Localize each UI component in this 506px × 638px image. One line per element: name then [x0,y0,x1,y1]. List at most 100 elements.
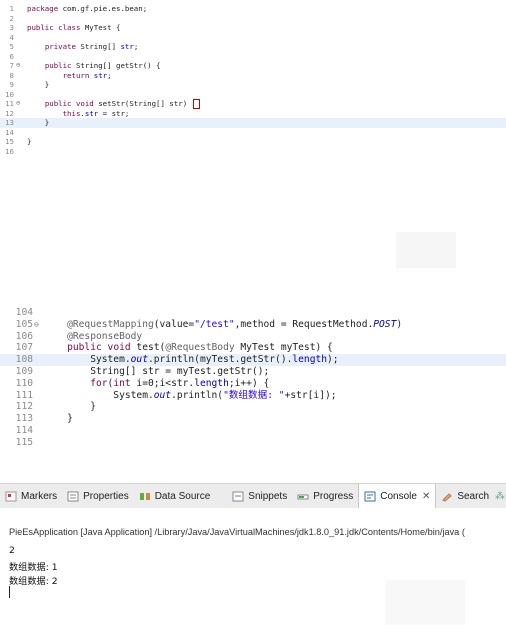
code-text: public class MyTest { [27,23,121,32]
code-text: private String[] str; [44,42,139,51]
line-number: 114 [15,424,33,436]
code-line[interactable]: 107 public void test(@RequestBody MyTest… [0,342,506,354]
tab-label: Snippets [248,490,288,502]
fold-icon[interactable]: ⊖ [34,319,39,331]
snippets-icon [232,491,244,502]
code-line[interactable]: 3 public class MyTest { [0,23,506,33]
code-text: } [27,80,50,89]
code-line[interactable]: 16 [0,147,506,157]
fold-icon[interactable]: ⊖ [16,99,20,109]
code-line[interactable]: 110 for(int i=0;i<str.length;i++) { [0,378,506,390]
tab-snippets[interactable]: Snippets [227,484,292,508]
tab-label: Properties [83,490,129,502]
line-number: 16 [5,146,14,156]
line-number: 109 [15,365,33,377]
tab-label: Search [457,490,490,502]
code-line-current[interactable]: 108 System.out.println(myTest.getStr().l… [0,354,506,366]
code-line[interactable]: 112 } [0,401,506,413]
line-number: 5 [9,42,14,51]
tab-markers[interactable]: Markers [0,484,62,508]
line-number: 112 [15,401,33,413]
line-number: 13 [5,118,14,127]
code-line[interactable]: 5 private String[] str; [0,42,506,52]
line-number: 11 [5,99,14,108]
code-text: return str; [62,70,112,80]
code-line[interactable]: 14 [0,128,506,138]
code-text: System.out.println(myTest.getStr().lengt… [44,354,339,366]
console-output-line: 数组数据: 2 [9,576,58,587]
blurred-region [396,232,456,268]
line-number: 15 [5,137,14,146]
code-line[interactable]: 105 ⊖ @RequestMapping(value="/test",metho… [0,319,506,331]
text-caret [9,586,10,598]
line-number: 107 [15,342,33,354]
line-number: 14 [5,127,14,137]
code-line[interactable]: 12 this.str = str; [0,109,506,119]
line-number: 105 [15,318,33,330]
code-text: public String[] getStr() { [44,61,161,70]
code-line[interactable]: 114 [0,425,506,437]
line-number: 10 [5,89,14,99]
line-number: 9 [9,80,14,89]
code-text: String[] str = myTest.getStr(); [44,365,270,377]
code-line[interactable]: 9 } [0,80,506,90]
view-tab-bar: Markers Properties Data Source Snippets … [0,483,506,509]
search-icon [441,491,453,502]
line-number: 6 [9,51,14,61]
bottom-code-editor[interactable]: 104 105 ⊖ @RequestMapping(value="/test",m… [0,307,506,449]
properties-icon [67,491,79,502]
code-line[interactable]: 7 ⊖ public String[] getStr() { [0,61,506,71]
code-text: } [27,137,32,146]
line-number: 4 [9,32,14,42]
code-text: } [44,413,73,425]
fold-icon[interactable]: ⊖ [16,61,20,71]
line-number: 115 [15,436,33,448]
code-text: @ResponseBody [67,330,143,342]
code-line[interactable]: 15} [0,137,506,147]
code-text: System.out.println("数组数据: "+str[i]); [44,389,337,401]
code-line[interactable]: 111 System.out.println("数组数据: "+str[i]); [0,390,506,402]
code-text: package com.gf.pie.es.bean; [27,4,148,13]
console-icon [364,491,376,502]
overflow-icon[interactable]: ⁂ [495,491,506,502]
tab-label: Progress [313,490,354,502]
line-number: 8 [9,70,14,80]
tab-progress[interactable]: Progress [292,484,358,508]
line-number: 110 [15,377,33,389]
blurred-region [385,580,465,625]
code-line[interactable]: 2 [0,14,506,24]
tab-properties[interactable]: Properties [62,484,134,508]
tab-data-source[interactable]: Data Source [134,484,216,508]
tab-search[interactable]: Search ⁂ [436,484,506,508]
code-line[interactable]: 1 package com.gf.pie.es.bean; [0,4,506,14]
code-line[interactable]: 10 [0,90,506,100]
code-line[interactable]: 109 String[] str = myTest.getStr(); [0,366,506,378]
top-code-editor[interactable]: 1 package com.gf.pie.es.bean; 2 3 public c… [0,4,506,156]
code-line[interactable]: 8 return str; [0,71,506,81]
line-number: 111 [15,389,33,401]
line-number: 113 [15,413,33,425]
tab-label: Console [380,490,417,502]
code-text: public void setStr(String[] str) [27,99,200,109]
markers-icon [5,491,17,502]
code-line[interactable]: 115 [0,437,506,449]
code-line[interactable]: 113 } [0,413,506,425]
code-line[interactable]: 4 [0,33,506,43]
close-icon[interactable]: ✕ [422,491,430,502]
code-line[interactable]: 11 ⊖ public void setStr(String[] str) [0,99,506,109]
code-line[interactable]: 104 [0,307,506,319]
code-line[interactable]: 6 [0,52,506,62]
code-line-current[interactable]: 13 } [0,118,506,128]
bracket-match-icon [192,99,200,109]
code-text: } [44,401,96,413]
code-text: } [27,118,50,127]
tab-label: Markers [21,490,58,502]
line-number: 1 [9,4,14,13]
line-number: 7 [9,61,14,70]
tab-console[interactable]: Console ✕ [358,484,437,508]
code-text: @RequestMapping(value="/test",method = R… [67,318,403,330]
code-text: this.str = str; [62,108,130,118]
line-number: 108 [15,354,33,366]
code-line[interactable]: 106 @ResponseBody [0,331,506,343]
console-output-line: 2 [9,545,15,556]
